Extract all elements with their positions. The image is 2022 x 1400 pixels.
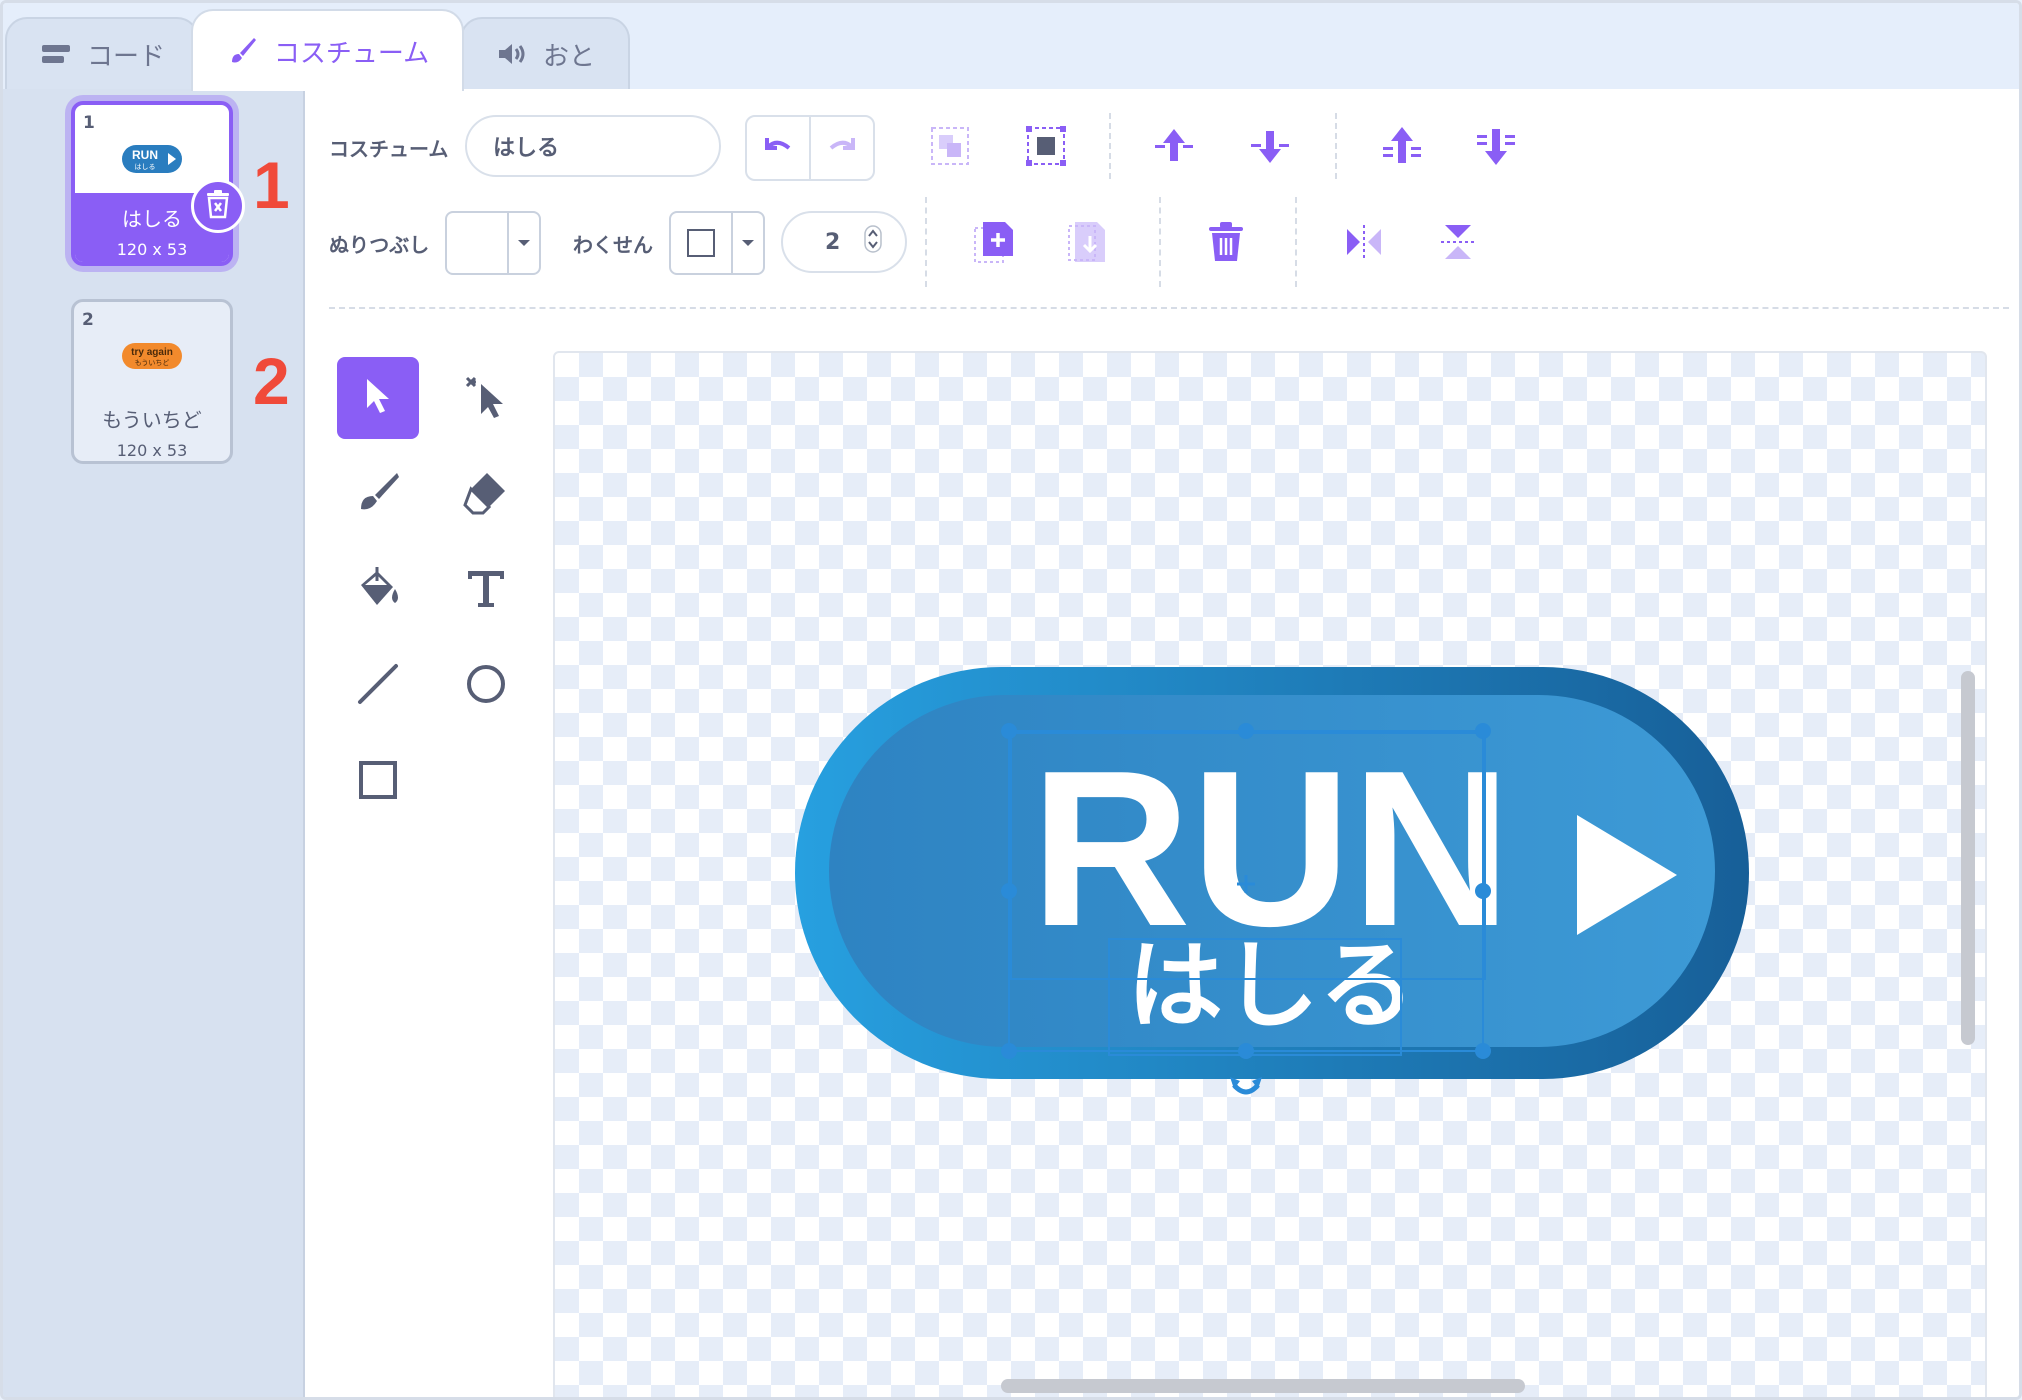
undo-button[interactable] <box>747 117 811 179</box>
outline-label: わくせん <box>573 233 653 257</box>
reshape-tool[interactable] <box>445 357 527 439</box>
tab-costume-label: コスチューム <box>273 38 430 69</box>
chevron-down-icon <box>509 213 539 273</box>
thumb-retry-text: try again <box>131 347 173 358</box>
tab-code[interactable]: コード <box>5 17 199 89</box>
brush-tool[interactable] <box>337 453 419 535</box>
trash-icon <box>205 189 231 223</box>
redo-button[interactable] <box>811 117 873 179</box>
fill-swatch <box>447 213 509 273</box>
run-button-costume[interactable]: RUN はしる <box>789 667 1749 1131</box>
costume-list: 1 RUN はしる はしる 120 x 53 2 try again もういちど… <box>3 89 305 1397</box>
toolbar-divider <box>1335 113 1337 179</box>
fill-tool[interactable] <box>337 549 419 631</box>
horizontal-scrollbar[interactable] <box>1001 1379 1525 1393</box>
toolbar-divider <box>1109 113 1111 179</box>
costume-thumbnail: try again もういちど <box>74 326 230 386</box>
circle-icon <box>465 663 507 709</box>
reshape-cursor-icon <box>463 372 509 424</box>
outline-width-value: 2 <box>825 229 841 255</box>
bring-to-front-icon <box>1381 125 1423 171</box>
front-button[interactable] <box>1377 123 1427 173</box>
costume-name-input[interactable]: はしる <box>465 115 721 177</box>
backward-button[interactable] <box>1245 123 1295 173</box>
speaker-icon <box>495 37 529 71</box>
copy-button[interactable] <box>969 219 1019 269</box>
line-icon <box>356 662 400 710</box>
eraser-icon <box>463 469 509 519</box>
copy-icon <box>973 220 1015 268</box>
paint-bucket-icon <box>355 565 401 615</box>
thumb-retry-sub: もういちど <box>135 359 170 367</box>
thumb-run-sub: はしる <box>135 163 156 171</box>
flip-vertical-button[interactable] <box>1433 219 1483 269</box>
ungroup-icon <box>1025 125 1067 171</box>
tab-costume[interactable]: コスチューム <box>191 9 464 91</box>
undo-redo-group <box>745 115 875 181</box>
outline-width-input[interactable]: 2 <box>781 211 907 273</box>
group-icon <box>929 125 971 171</box>
ungroup-button[interactable] <box>1021 123 1071 173</box>
toolbar-separator <box>329 307 2009 309</box>
paint-editor-window: コード コスチューム おと 1 RUN はしる はしる 120 x 53 2 t… <box>0 0 2022 1400</box>
back-button[interactable] <box>1471 123 1521 173</box>
toolbar-divider <box>925 197 927 287</box>
stepper-icon[interactable] <box>864 225 883 259</box>
select-tool[interactable] <box>337 357 419 439</box>
fill-color-picker[interactable] <box>445 211 541 275</box>
callout-label-2: 2 <box>253 344 290 418</box>
tab-bar: コード コスチューム おと <box>3 3 2019 91</box>
delete-button[interactable] <box>1201 219 1251 269</box>
line-tool[interactable] <box>337 645 419 727</box>
group-button[interactable] <box>925 123 975 173</box>
flip-horizontal-button[interactable] <box>1339 219 1389 269</box>
fill-label: ぬりつぶし <box>329 233 430 257</box>
rectangle-icon <box>358 760 398 804</box>
thumb-run-text: RUN <box>132 148 158 162</box>
outline-swatch <box>671 213 733 273</box>
costume-name: もういちど <box>102 408 202 432</box>
text-t-icon <box>465 567 507 613</box>
toolbar-divider <box>1295 197 1297 287</box>
callout-label-1: 1 <box>253 148 290 222</box>
code-blocks-icon <box>39 37 73 71</box>
send-to-back-icon <box>1475 125 1517 171</box>
tab-sound[interactable]: おと <box>460 17 630 89</box>
paintbrush-icon <box>226 34 260 68</box>
tab-code-label: コード <box>86 41 165 72</box>
circle-tool[interactable] <box>445 645 527 727</box>
costume-item-2[interactable]: 2 try again もういちど もういちど 120 x 53 <box>71 299 233 464</box>
flip-vertical-icon <box>1439 221 1477 267</box>
flip-horizontal-icon <box>1343 223 1385 265</box>
paint-editor: コスチューム はしる ぬりつぶし わくせん 2 RUN はしる <box>305 89 2019 1397</box>
delete-costume-button[interactable] <box>191 179 245 233</box>
tab-sound-label: おと <box>542 41 595 72</box>
redo-icon <box>827 134 857 162</box>
arrow-down-icon <box>1249 125 1291 171</box>
costume-size: 120 x 53 <box>116 240 188 259</box>
brush-icon <box>355 469 401 519</box>
costume-size: 120 x 53 <box>116 441 188 460</box>
trash-icon <box>1206 221 1246 267</box>
forward-button[interactable] <box>1149 123 1199 173</box>
costume-info: もういちど 120 x 53 <box>74 394 230 461</box>
rectangle-tool[interactable] <box>337 741 419 823</box>
eraser-tool[interactable] <box>445 453 527 535</box>
run-button-sub: はしる <box>1127 930 1415 1042</box>
toolbar-divider <box>1159 197 1161 287</box>
undo-icon <box>763 134 793 162</box>
text-tool[interactable] <box>445 549 527 631</box>
costume-thumbnail: RUN はしる <box>75 129 229 189</box>
paste-icon <box>1067 220 1109 268</box>
outline-color-picker[interactable] <box>669 211 765 275</box>
arrow-up-icon <box>1153 125 1195 171</box>
costume-name-label: コスチューム <box>329 137 449 161</box>
arrow-cursor-icon <box>361 376 395 420</box>
vertical-scrollbar[interactable] <box>1961 671 1975 1045</box>
chevron-down-icon <box>733 213 763 273</box>
paste-button[interactable] <box>1063 219 1113 269</box>
